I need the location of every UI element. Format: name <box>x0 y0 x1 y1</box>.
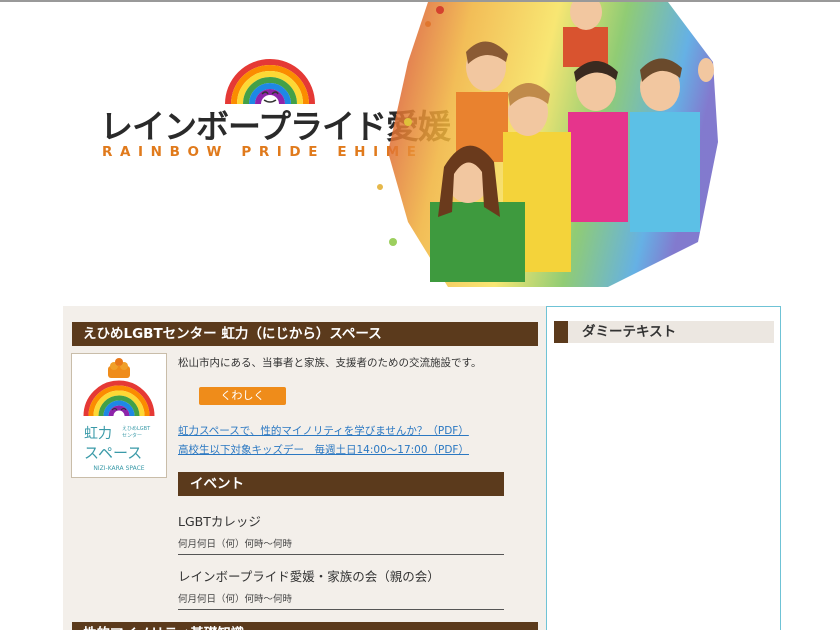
sidebar-title: ダミーテキスト <box>582 324 677 340</box>
facility-description: 松山市内にある、当事者と家族、支援者のための交流施設です。 <box>178 357 482 369</box>
main-content: えひめLGBTセンター 虹力（にじから）スペース 虹力 えひめLGBT センター… <box>63 306 546 630</box>
section-title-lgbt-center: えひめLGBTセンター 虹力（にじから）スペース <box>72 322 538 346</box>
facility-logo-en: NIZI-KARA SPACE <box>93 465 144 472</box>
site-header: レインボープライド愛媛 RAINBOW PRIDE EHIME <box>0 2 840 302</box>
nizikara-rainbow-icon: 虹力 えひめLGBT センター スペース NIZI-KARA SPACE <box>83 358 155 472</box>
pdf-link-learn[interactable]: 虹力スペースで、性的マイノリティを学びませんか？（PDF） <box>178 423 469 438</box>
sidebar-heading-accent <box>554 321 568 343</box>
facility-logo-tag: えひめLGBT <box>122 426 151 432</box>
sidebar: ダミーテキスト <box>546 306 781 630</box>
event-item[interactable]: レインボープライド愛媛・家族の会（親の会） 何月何日（何）何時～何時 <box>178 566 504 610</box>
section-title-events: イベント <box>178 472 504 496</box>
event-date: 何月何日（何）何時～何時 <box>178 539 293 550</box>
facility-logo-name-1: 虹力 <box>84 426 112 442</box>
event-date: 何月何日（何）何時～何時 <box>178 594 293 605</box>
header-illustration <box>377 2 718 287</box>
section-title-basic-knowledge: 性的マイノリティ基礎知識 <box>72 622 538 630</box>
event-item[interactable]: LGBTカレッジ 何月何日（何）何時～何時 <box>178 511 504 555</box>
pdf-link-kids-day[interactable]: 高校生以下対象キッズデー 毎週土日14:00～17:00（PDF） <box>178 442 469 457</box>
svg-text:センター: センター <box>122 432 142 439</box>
facility-logo-name-2: スペース <box>84 444 142 462</box>
nizikara-space-logo[interactable]: 虹力 えひめLGBT センター スペース NIZI-KARA SPACE <box>71 353 167 478</box>
event-title: LGBTカレッジ <box>178 514 261 529</box>
sidebar-heading: ダミーテキスト <box>554 321 774 343</box>
event-title: レインボープライド愛媛・家族の会（親の会） <box>178 569 440 584</box>
rainbow-logo-icon <box>225 59 315 104</box>
more-details-button[interactable]: くわしく <box>199 387 286 405</box>
